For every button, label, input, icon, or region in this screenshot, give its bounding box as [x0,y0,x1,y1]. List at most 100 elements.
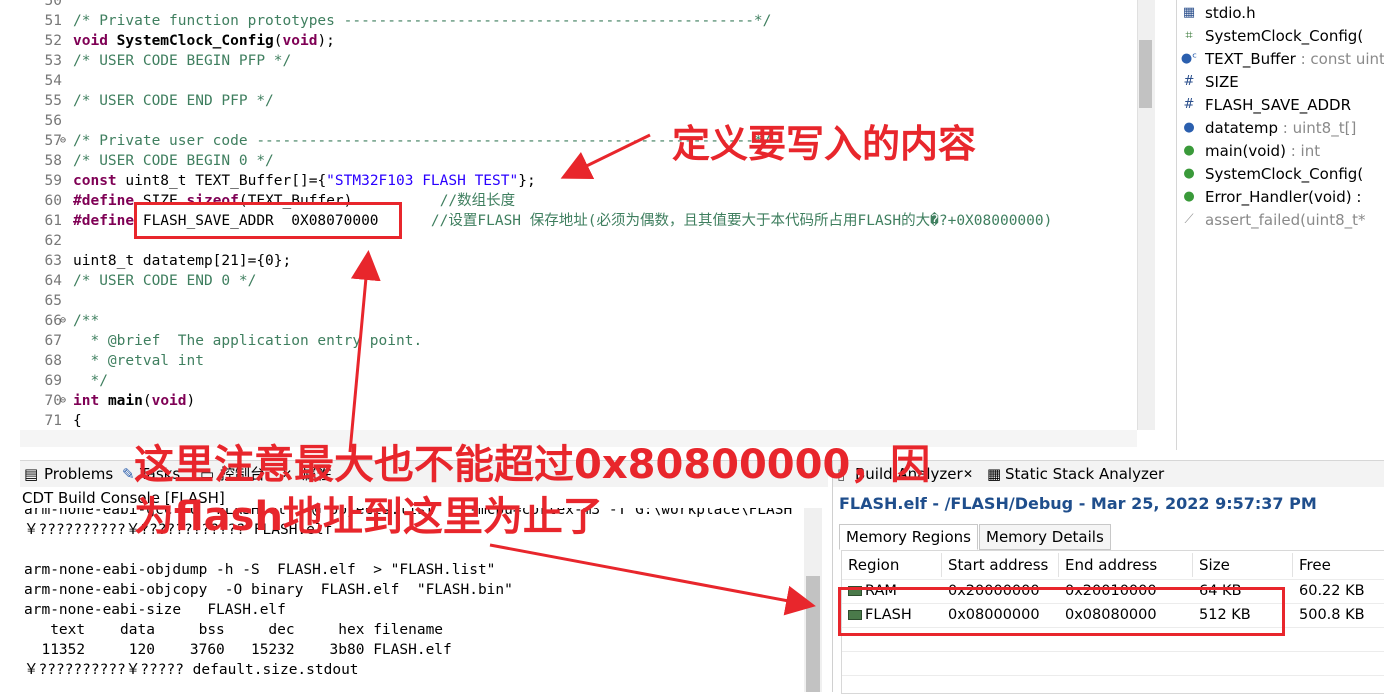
outline-item-icon: ● [1183,120,1195,135]
code-token: ( [273,33,283,49]
outline-item[interactable]: assert_failed(uint8_t* [1205,209,1366,231]
code-token: * @retval int [73,353,204,369]
code-token: void [151,393,187,409]
console-line: arm-none-eabi-objdump -h -S FLASH.elf > … [24,562,496,578]
fold-toggle-icon[interactable]: ⊖ [60,311,66,331]
code-token: uint8_t TEXT_Buffer[]={ [116,173,327,189]
code-text: const uint8_t TEXT_Buffer[]={"STM32F103 … [73,171,536,191]
annotation-text-define-content: 定义要写入的内容 [672,122,977,166]
tab-memory-regions[interactable]: Memory Regions [839,524,978,550]
outline-item-icon: # [1183,97,1195,112]
line-number: 68 [44,353,62,369]
code-text: int main(void) [73,391,195,411]
console-line: ￥??????????￥????? default.size.stdout [24,662,359,678]
outline-item-icon: # [1183,74,1195,89]
code-token: ); [317,33,335,49]
outline-item-type: : uint8_t[] [1278,119,1357,137]
code-token: //数组长度 [439,193,516,209]
code-text: { [73,411,82,431]
line-number: 52 [44,33,62,49]
code-token: ) [186,393,196,409]
column-header-free[interactable]: Free [1293,553,1384,577]
console-scroll-thumb[interactable] [806,576,820,692]
outline-item-icon: ●ᶜ [1180,51,1198,66]
cell-free: 500.8 KB [1299,607,1365,623]
annotation-text-max-address-line2: 为flash地址到这里为止了 [134,494,603,540]
code-token: int [73,393,100,409]
outline-item[interactable]: FLASH_SAVE_ADDR [1205,94,1351,116]
outline-item-icon: ● [1183,166,1195,181]
outline-item-label: SIZE [1205,73,1239,91]
code-text: /* Private user code -------------------… [73,131,771,151]
fold-toggle-icon[interactable]: ⊖ [60,391,66,411]
line-number: 71 [44,413,62,429]
code-token: /* USER CODE END PFP */ [73,93,274,109]
code-token: "STM32F103 FLASH TEST" [326,173,519,189]
code-text: * @brief The application entry point. [73,331,422,351]
code-token: #define [73,213,135,229]
tab-problems[interactable]: Problems [44,461,113,487]
outline-item-label: assert_failed(uint8_t* [1205,211,1366,229]
outline-item[interactable]: SystemClock_Config( [1205,163,1363,185]
outline-item-label: Error_Handler(void) : [1205,188,1362,206]
column-header-region[interactable]: Region [842,553,942,577]
line-number: 67 [44,333,62,349]
line-number: 58 [44,153,62,169]
outline-item[interactable]: main(void) : int [1205,140,1320,162]
code-token: ( [142,393,152,409]
code-text: * @retval int [73,351,204,371]
outline-item[interactable]: stdio.h [1205,2,1256,24]
annotation-box-flash-row [838,587,1285,636]
console-line: arm-none-eabi-objcopy -O binary FLASH.el… [24,582,513,598]
code-token: //设置FLASH 保存地址(必须为偶数，且其值要大于本代码所占用FLASH的大… [430,213,1053,229]
line-number: 50 [44,0,62,9]
code-token: #define [73,193,135,209]
line-number: 64 [44,273,62,289]
code-text: /* USER CODE END PFP */ [73,91,274,111]
outline-view: ▦ stdio.h ⌗ SystemClock_Config( ●ᶜ TEXT_Buffe… [1176,0,1384,450]
code-token: /* USER CODE END 0 */ [73,273,257,289]
outline-item-icon: ● [1183,189,1195,204]
column-header-end-address[interactable]: End address [1059,553,1193,577]
line-number: 70 [44,393,62,409]
row-divider [842,675,1384,676]
close-icon[interactable]: ✕ [963,461,973,487]
outline-item-label: SystemClock_Config( [1205,165,1364,183]
column-header-size[interactable]: Size [1193,553,1293,577]
column-header-start-address[interactable]: Start address [942,553,1059,577]
outline-item-icon: ⌗ [1185,28,1193,43]
code-token: main [107,393,143,409]
outline-item-label: datatemp [1205,119,1279,137]
outline-item[interactable]: Error_Handler(void) : [1205,186,1361,208]
annotation-box-flash-save-addr [134,202,402,239]
console-line: 11352 120 3760 15232 3b80 FLASH.elf [24,642,452,658]
code-token: /* USER CODE BEGIN 0 */ [73,153,274,169]
code-token: void [73,33,108,49]
code-text: /* USER CODE END 0 */ [73,271,256,291]
outline-item-type: : int [1285,142,1321,160]
outline-item[interactable]: SIZE [1205,71,1239,93]
outline-item-icon: ▦ [1182,5,1196,20]
line-number: 55 [44,93,62,109]
outline-item-icon: ● [1183,143,1195,158]
line-number: 61 [44,213,62,229]
outline-item[interactable]: TEXT_Buffer : const uint [1205,48,1384,70]
outline-item-label: main(void) [1205,142,1286,160]
outline-item[interactable]: SystemClock_Config( [1205,25,1363,47]
editor-scroll-thumb[interactable] [1139,40,1152,108]
code-text: uint8_t datatemp[21]={0}; [73,251,291,271]
code-token: }; [518,173,536,189]
build-analyzer-panel: ▯ Build Analyzer ✕ ▦ Static Stack Analyz… [832,460,1384,694]
code-token: /* Private user code -------------------… [73,133,772,149]
line-number: 54 [44,73,62,89]
line-number: 69 [44,373,62,389]
line-number: 66 [44,313,62,329]
tab-static-stack-analyzer[interactable]: Static Stack Analyzer [1005,461,1164,487]
code-token: * @brief The application entry point. [73,333,423,349]
code-token: /* Private function prototypes ---------… [73,13,772,29]
tab-memory-details[interactable]: Memory Details [979,524,1111,550]
outline-item[interactable]: datatemp : uint8_t[] [1205,117,1356,139]
stack-analyzer-icon: ▦ [987,465,1002,483]
fold-toggle-icon[interactable]: ⊖ [60,131,66,151]
line-number: 59 [44,173,62,189]
